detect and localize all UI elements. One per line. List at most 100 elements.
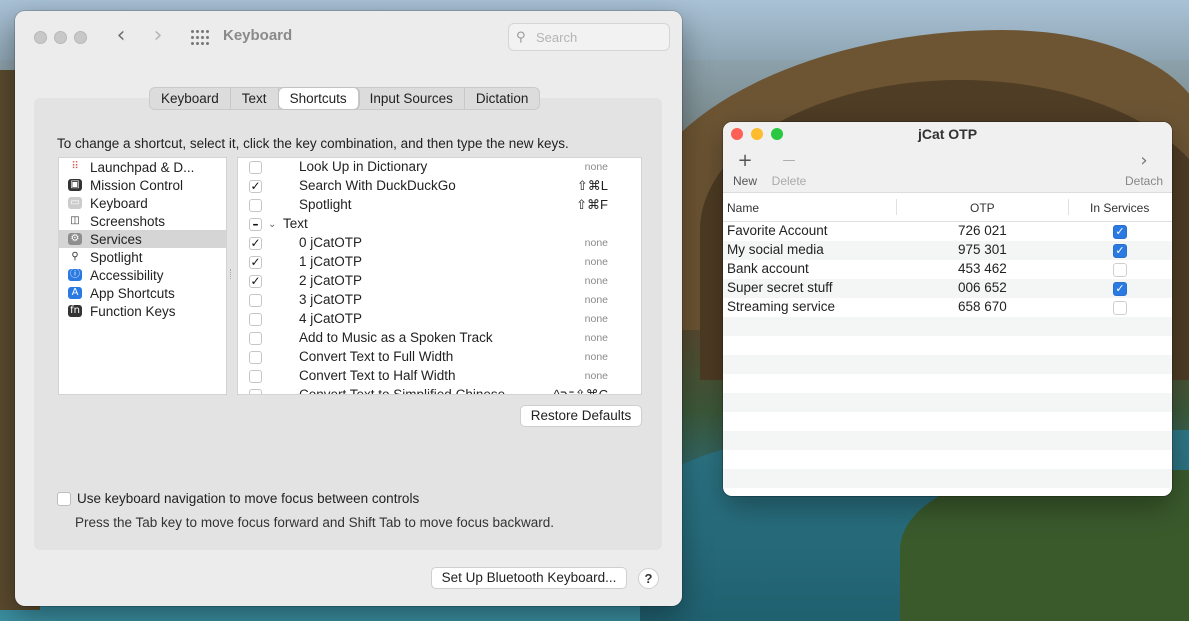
category-app-shortcuts[interactable]: A App Shortcuts bbox=[59, 284, 226, 302]
delete-button[interactable]: — Delete bbox=[771, 150, 807, 188]
table-row[interactable]: Streaming service 658 670 bbox=[723, 298, 1172, 317]
table-row[interactable]: Bank account 453 462 bbox=[723, 260, 1172, 279]
shortcut-key[interactable]: none bbox=[585, 313, 608, 325]
shortcut-checkbox[interactable] bbox=[249, 389, 262, 394]
tab-dictation[interactable]: Dictation bbox=[465, 88, 540, 109]
empty-row bbox=[723, 412, 1172, 431]
shortcut-row[interactable]: ✓ 1 jCatOTP none bbox=[238, 253, 641, 272]
category-list[interactable]: ⠿ Launchpad & D... ▣ Mission Control ▭ Keyboa… bbox=[58, 157, 227, 395]
new-button[interactable]: + New bbox=[731, 150, 759, 188]
shortcut-key[interactable]: none bbox=[585, 294, 608, 306]
shortcut-checkbox[interactable] bbox=[249, 161, 262, 174]
in-services-checkbox[interactable]: ✓ bbox=[1113, 282, 1127, 296]
shortcut-row[interactable]: 3 jCatOTP none bbox=[238, 291, 641, 310]
table-header: Name OTP In Services bbox=[723, 193, 1172, 222]
detach-button[interactable]: › Detach bbox=[1123, 150, 1165, 188]
category-label: Function Keys bbox=[90, 303, 176, 319]
shortcut-key[interactable]: ^⌥⇧⌘C bbox=[554, 387, 608, 394]
category-launchpad-d[interactable]: ⠿ Launchpad & D... bbox=[59, 158, 226, 176]
shortcut-group-row[interactable]: – ⌄ Text bbox=[238, 215, 641, 234]
shortcut-checkbox[interactable] bbox=[249, 199, 262, 212]
table-row[interactable]: Super secret stuff 006 652 ✓ bbox=[723, 279, 1172, 298]
category-services[interactable]: ⚙ Services bbox=[59, 230, 226, 248]
shortcut-label: Add to Music as a Spoken Track bbox=[299, 330, 493, 345]
category-screenshots[interactable]: ◫ Screenshots bbox=[59, 212, 226, 230]
in-services-checkbox[interactable]: ✓ bbox=[1113, 225, 1127, 239]
shortcut-row[interactable]: Convert Text to Full Width none bbox=[238, 348, 641, 367]
shortcut-checkbox[interactable]: ✓ bbox=[249, 256, 262, 269]
shortcut-row[interactable]: Convert Text to Simplified Chinese ^⌥⇧⌘C bbox=[238, 386, 641, 394]
category-label: Services bbox=[90, 231, 142, 247]
shortcut-row[interactable]: Add to Music as a Spoken Track none bbox=[238, 329, 641, 348]
category-label: Keyboard bbox=[90, 195, 148, 211]
shortcut-row[interactable]: ✓ 0 jCatOTP none bbox=[238, 234, 641, 253]
shortcut-checkbox[interactable] bbox=[249, 313, 262, 326]
shortcut-checkbox[interactable] bbox=[249, 351, 262, 364]
help-button[interactable]: ? bbox=[638, 568, 659, 589]
shortcuts-list[interactable]: Look Up in Dictionary none ✓ Search With Du… bbox=[237, 157, 642, 395]
shortcut-checkbox[interactable] bbox=[249, 294, 262, 307]
otp-table: Favorite Account 726 021 ✓ My social media 9… bbox=[723, 222, 1172, 488]
shortcut-row[interactable]: ✓ 2 jCatOTP none bbox=[238, 272, 641, 291]
disclosure-chevron-icon[interactable]: ⌄ bbox=[268, 219, 276, 230]
minimize-button[interactable] bbox=[54, 31, 67, 44]
back-chevron-icon[interactable]: ‹ bbox=[108, 25, 134, 49]
column-header-otp[interactable]: OTP bbox=[970, 201, 995, 215]
shortcut-key[interactable]: none bbox=[585, 332, 608, 344]
category-keyboard[interactable]: ▭ Keyboard bbox=[59, 194, 226, 212]
shortcut-key[interactable]: none bbox=[585, 161, 608, 173]
tab-text[interactable]: Text bbox=[231, 88, 279, 109]
close-button[interactable] bbox=[34, 31, 47, 44]
tab-bar: Keyboard Text Shortcuts Input Sources Dictat… bbox=[149, 87, 541, 110]
category-spotlight[interactable]: ⚲ Spotlight bbox=[59, 248, 226, 266]
shortcut-key[interactable]: none bbox=[585, 275, 608, 287]
shortcut-key[interactable]: ⇧⌘L bbox=[577, 178, 608, 194]
keyboard-navigation-checkbox[interactable] bbox=[57, 492, 71, 506]
column-header-in-services[interactable]: In Services bbox=[1090, 201, 1149, 215]
shortcut-row[interactable]: ✓ Search With DuckDuckGo ⇧⌘L bbox=[238, 177, 641, 196]
in-services-checkbox[interactable] bbox=[1113, 263, 1127, 277]
delete-label: Delete bbox=[771, 174, 807, 188]
split-divider[interactable] bbox=[230, 269, 233, 279]
shortcut-checkbox[interactable]: ✓ bbox=[249, 275, 262, 288]
category-accessibility[interactable]: ⓘ Accessibility bbox=[59, 266, 226, 284]
shortcut-row[interactable]: Spotlight ⇧⌘F bbox=[238, 196, 641, 215]
otp-code: 658 670 bbox=[958, 299, 1007, 314]
new-label: New bbox=[732, 174, 757, 188]
shortcut-row[interactable]: 4 jCatOTP none bbox=[238, 310, 641, 329]
shortcut-key[interactable]: none bbox=[585, 351, 608, 363]
shortcut-checkbox[interactable]: ✓ bbox=[249, 180, 262, 193]
tab-shortcuts[interactable]: Shortcuts bbox=[278, 88, 359, 109]
setup-bluetooth-keyboard-button[interactable]: Set Up Bluetooth Keyboard... bbox=[431, 567, 627, 589]
tab-input-sources[interactable]: Input Sources bbox=[359, 88, 465, 109]
category-mission-control[interactable]: ▣ Mission Control bbox=[59, 176, 226, 194]
table-row[interactable]: My social media 975 301 ✓ bbox=[723, 241, 1172, 260]
forward-chevron-icon[interactable]: › bbox=[145, 25, 171, 49]
shortcut-row[interactable]: Convert Text to Half Width none bbox=[238, 367, 641, 386]
column-header-name[interactable]: Name bbox=[727, 201, 759, 215]
shortcut-key[interactable]: none bbox=[585, 237, 608, 249]
shortcut-key[interactable]: none bbox=[585, 370, 608, 382]
search-field[interactable]: ⚲ Search bbox=[508, 23, 670, 51]
shortcut-key[interactable]: ⇧⌘F bbox=[576, 197, 608, 213]
tab-keyboard[interactable]: Keyboard bbox=[150, 88, 231, 109]
app-store-icon: A bbox=[68, 287, 82, 299]
in-services-checkbox[interactable] bbox=[1113, 301, 1127, 315]
table-row[interactable]: Favorite Account 726 021 ✓ bbox=[723, 222, 1172, 241]
shortcut-key[interactable]: none bbox=[585, 256, 608, 268]
shortcut-checkbox[interactable] bbox=[249, 370, 262, 383]
show-all-grid-icon[interactable] bbox=[191, 30, 209, 46]
shortcut-checkbox[interactable]: – bbox=[249, 218, 262, 231]
restore-defaults-button[interactable]: Restore Defaults bbox=[520, 405, 642, 427]
shortcut-label: 4 jCatOTP bbox=[299, 311, 363, 326]
category-function-keys[interactable]: fn Function Keys bbox=[59, 302, 226, 320]
jcat-toolbar: jCat OTP + New — Delete › Detach bbox=[723, 122, 1172, 193]
account-name: Favorite Account bbox=[727, 223, 828, 238]
shortcut-checkbox[interactable]: ✓ bbox=[249, 237, 262, 250]
shortcut-checkbox[interactable] bbox=[249, 332, 262, 345]
in-services-checkbox[interactable]: ✓ bbox=[1113, 244, 1127, 258]
empty-row bbox=[723, 450, 1172, 469]
mission-control-icon: ▣ bbox=[68, 179, 82, 191]
zoom-button[interactable] bbox=[74, 31, 87, 44]
shortcut-row[interactable]: Look Up in Dictionary none bbox=[238, 158, 641, 177]
